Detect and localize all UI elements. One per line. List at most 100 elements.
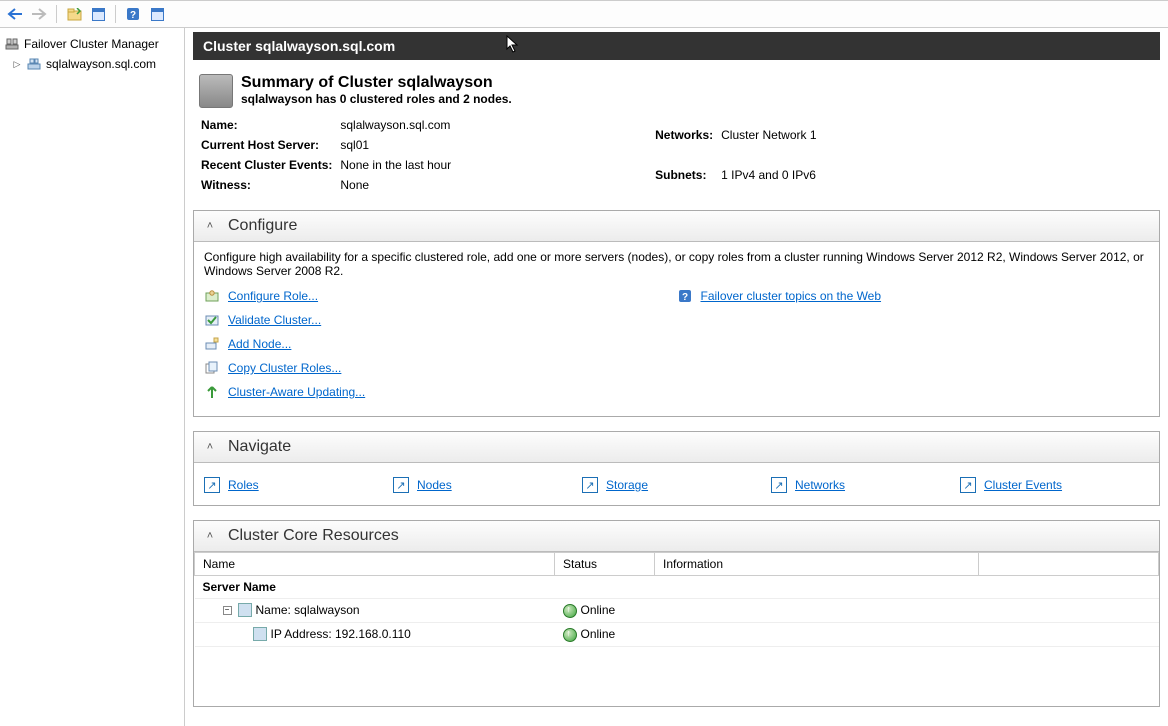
toolbar-btn-folder[interactable] bbox=[63, 3, 85, 25]
collapse-icon: ˄ bbox=[204, 441, 216, 453]
web-icon: ? bbox=[677, 288, 693, 304]
collapse-box-icon[interactable]: − bbox=[223, 606, 232, 615]
update-icon bbox=[204, 384, 220, 400]
configure-role-link[interactable]: Configure Role... bbox=[228, 289, 318, 303]
nav-storage[interactable]: ↗ Storage bbox=[582, 477, 771, 493]
expand-icon[interactable]: ▷ bbox=[12, 59, 22, 69]
col-empty bbox=[979, 553, 1159, 576]
tree-root[interactable]: Failover Cluster Manager bbox=[0, 34, 184, 54]
resource-row-ip[interactable]: IP Address: 192.168.0.110 Online bbox=[195, 622, 1159, 646]
configure-desc: Configure high availability for a specif… bbox=[204, 250, 1149, 278]
host-label: Current Host Server: bbox=[201, 136, 338, 154]
name-value: sqlalwayson.sql.com bbox=[340, 116, 451, 134]
tree-child[interactable]: ▷ sqlalwayson.sql.com bbox=[0, 54, 184, 74]
collapse-icon: ˄ bbox=[204, 530, 216, 542]
col-name[interactable]: Name bbox=[195, 553, 555, 576]
navigate-title: Navigate bbox=[228, 438, 291, 456]
collapse-icon: ˄ bbox=[204, 220, 216, 232]
validate-cluster-link[interactable]: Validate Cluster... bbox=[228, 313, 321, 327]
group-label: Server Name bbox=[195, 576, 1159, 599]
copy-roles-item[interactable]: Copy Cluster Roles... bbox=[204, 356, 677, 380]
cau-link[interactable]: Cluster-Aware Updating... bbox=[228, 385, 365, 399]
toolbar-btn-refresh[interactable] bbox=[146, 3, 168, 25]
toolbar-btn-help[interactable]: ? bbox=[122, 3, 144, 25]
nav-arrow-icon: ↗ bbox=[960, 477, 976, 493]
summary-cluster-icon bbox=[199, 74, 233, 108]
configure-role-item[interactable]: Configure Role... bbox=[204, 284, 677, 308]
group-server-name[interactable]: Server Name bbox=[195, 576, 1159, 599]
nav-arrow-icon: ↗ bbox=[771, 477, 787, 493]
cluster-icon bbox=[26, 56, 42, 72]
summary-subtitle: sqlalwayson has 0 clustered roles and 2 … bbox=[241, 92, 512, 106]
add-node-link[interactable]: Add Node... bbox=[228, 337, 291, 351]
name-label: Name: bbox=[201, 116, 338, 134]
nav-storage-link[interactable]: Storage bbox=[606, 478, 648, 492]
summary-left-props: Name:sqlalwayson.sql.com Current Host Se… bbox=[199, 114, 453, 196]
resource-row-name[interactable]: − Name: sqlalwayson Online bbox=[195, 599, 1159, 623]
summary-right-props: Networks:Cluster Network 1 Subnets:1 IPv… bbox=[653, 114, 818, 196]
cau-item[interactable]: Cluster-Aware Updating... bbox=[204, 380, 677, 404]
nav-networks-link[interactable]: Networks bbox=[795, 478, 845, 492]
status-online-icon bbox=[563, 604, 577, 618]
toolbar-btn-props[interactable] bbox=[87, 3, 109, 25]
witness-label: Witness: bbox=[201, 176, 338, 194]
page-header: Cluster sqlalwayson.sql.com bbox=[193, 32, 1160, 60]
cluster-manager-icon bbox=[4, 36, 20, 52]
nav-networks[interactable]: ↗ Networks bbox=[771, 477, 960, 493]
core-header[interactable]: ˄ Cluster Core Resources bbox=[194, 521, 1159, 552]
console-tree[interactable]: Failover Cluster Manager ▷ sqlalwayson.s… bbox=[0, 28, 185, 726]
networks-value: Cluster Network 1 bbox=[721, 116, 816, 154]
copy-roles-link[interactable]: Copy Cluster Roles... bbox=[228, 361, 341, 375]
networks-label: Networks: bbox=[655, 116, 719, 154]
configure-title: Configure bbox=[228, 217, 297, 235]
web-help-item[interactable]: ? Failover cluster topics on the Web bbox=[677, 284, 1150, 308]
page-title: Cluster sqlalwayson.sql.com bbox=[203, 38, 395, 54]
toolbar-separator bbox=[56, 5, 57, 23]
nav-events-link[interactable]: Cluster Events bbox=[984, 478, 1062, 492]
nav-nodes[interactable]: ↗ Nodes bbox=[393, 477, 582, 493]
nav-roles-link[interactable]: Roles bbox=[228, 478, 259, 492]
nav-nodes-link[interactable]: Nodes bbox=[417, 478, 452, 492]
nav-events[interactable]: ↗ Cluster Events bbox=[960, 477, 1149, 493]
subnets-label: Subnets: bbox=[655, 156, 719, 194]
svg-text:?: ? bbox=[681, 292, 687, 303]
resource-name: Name: sqlalwayson bbox=[256, 603, 360, 617]
svg-text:?: ? bbox=[130, 10, 136, 21]
copy-icon bbox=[204, 360, 220, 376]
add-node-item[interactable]: Add Node... bbox=[204, 332, 677, 356]
core-resources-panel: ˄ Cluster Core Resources Name Status Inf… bbox=[193, 520, 1160, 707]
tree-root-label: Failover Cluster Manager bbox=[24, 37, 159, 51]
mouse-cursor-icon bbox=[506, 35, 520, 56]
resource-name: IP Address: 192.168.0.110 bbox=[271, 627, 411, 641]
navigate-panel: ˄ Navigate ↗ Roles ↗ Nodes ↗ Storage bbox=[193, 431, 1160, 506]
toolbar-separator bbox=[115, 5, 116, 23]
ip-address-icon bbox=[253, 627, 267, 641]
status-online-icon bbox=[563, 628, 577, 642]
events-label: Recent Cluster Events: bbox=[201, 156, 338, 174]
web-help-link[interactable]: Failover cluster topics on the Web bbox=[701, 289, 882, 303]
host-value: sql01 bbox=[340, 136, 451, 154]
nav-arrow-icon: ↗ bbox=[393, 477, 409, 493]
back-button[interactable] bbox=[4, 3, 26, 25]
col-status[interactable]: Status bbox=[555, 553, 655, 576]
nav-roles[interactable]: ↗ Roles bbox=[204, 477, 393, 493]
core-title: Cluster Core Resources bbox=[228, 527, 399, 545]
summary-title: Summary of Cluster sqlalwayson bbox=[241, 74, 512, 92]
events-value: None in the last hour bbox=[340, 156, 451, 174]
role-icon bbox=[204, 288, 220, 304]
add-node-icon bbox=[204, 336, 220, 352]
app-toolbar: ? bbox=[0, 0, 1168, 28]
content-pane: Cluster sqlalwayson.sql.com Summary of C… bbox=[185, 28, 1168, 726]
tree-child-label: sqlalwayson.sql.com bbox=[46, 57, 156, 71]
forward-button[interactable] bbox=[28, 3, 50, 25]
col-info[interactable]: Information bbox=[655, 553, 979, 576]
configure-header[interactable]: ˄ Configure bbox=[194, 211, 1159, 242]
navigate-header[interactable]: ˄ Navigate bbox=[194, 432, 1159, 463]
network-name-icon bbox=[238, 603, 252, 617]
summary-block: Summary of Cluster sqlalwayson sqlalways… bbox=[193, 66, 1160, 210]
nav-arrow-icon: ↗ bbox=[204, 477, 220, 493]
configure-panel: ˄ Configure Configure high availability … bbox=[193, 210, 1160, 417]
status-text: Online bbox=[581, 627, 616, 641]
nav-arrow-icon: ↗ bbox=[582, 477, 598, 493]
validate-cluster-item[interactable]: Validate Cluster... bbox=[204, 308, 677, 332]
